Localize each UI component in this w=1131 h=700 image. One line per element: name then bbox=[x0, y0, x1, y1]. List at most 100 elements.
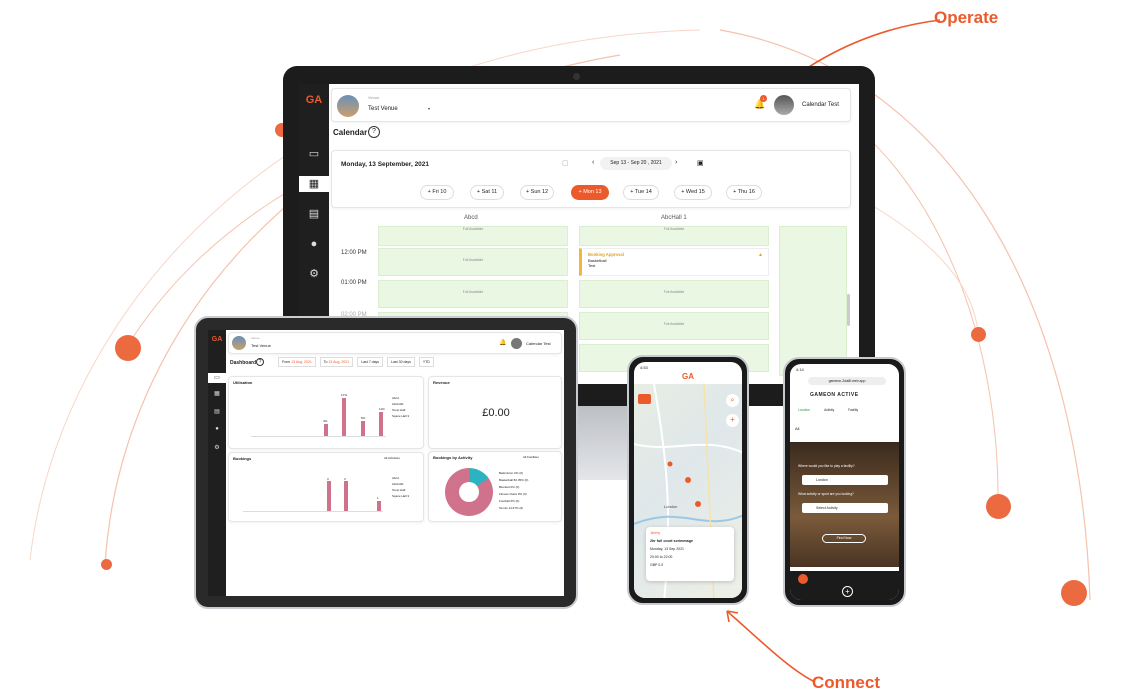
monitor-icon[interactable]: ▭ bbox=[299, 146, 329, 162]
gear-icon[interactable]: ⚙ bbox=[299, 266, 329, 282]
day-pill[interactable]: + Sat 11 bbox=[470, 185, 504, 200]
event-date: Monday, 13 Sep 2021 bbox=[650, 547, 684, 551]
event-card[interactable]: Jimmy 2hr full court scrimmage Monday, 1… bbox=[646, 527, 734, 581]
add-icon[interactable]: + bbox=[842, 586, 853, 597]
marketing-scene: Operate Connect GA ▭ ▦ ▤ ● ⚙ Venue Test … bbox=[0, 0, 1131, 700]
venue-label: Venue bbox=[251, 336, 260, 340]
bar-label: 11% bbox=[379, 407, 385, 411]
bar bbox=[379, 412, 383, 436]
calendar-icon[interactable]: ▢ bbox=[562, 159, 569, 167]
app-logo[interactable]: GA bbox=[209, 336, 225, 343]
from-label: From bbox=[282, 360, 291, 364]
bell-icon[interactable]: 🔔 bbox=[499, 339, 506, 346]
booking-title: Booking Approval bbox=[588, 252, 624, 257]
column-header: AbcHall 1 bbox=[661, 215, 687, 221]
location-input[interactable]: London bbox=[802, 475, 888, 485]
decor-dot bbox=[971, 327, 986, 342]
calendar-picker-icon[interactable]: ▣ bbox=[697, 159, 704, 167]
slot[interactable] bbox=[779, 226, 847, 376]
header-bar: Venue Test Venue ▾ 🔔 1 Calendar Test bbox=[331, 88, 851, 122]
chevron-down-icon[interactable]: ▾ bbox=[428, 106, 430, 111]
date-toolbar: Monday, 13 September, 2021 ▢ ‹ Sep 13 - … bbox=[331, 150, 851, 208]
tab-facility[interactable]: Facility bbox=[848, 408, 858, 412]
search-tabs: Location Activity Facility bbox=[798, 408, 858, 412]
card-title: Bookings by Activity bbox=[433, 455, 473, 460]
status-time: 4:53 bbox=[640, 365, 648, 370]
slot[interactable]: Full Available bbox=[579, 280, 769, 308]
venue-select[interactable]: Test Venue bbox=[368, 106, 398, 112]
warning-icon: ▲ bbox=[758, 252, 763, 258]
day-pill[interactable]: + Fri 10 bbox=[420, 185, 454, 200]
calendar-icon[interactable]: ▦ bbox=[208, 390, 226, 397]
legend-item: Space Hall 3 bbox=[392, 494, 410, 498]
user-avatar[interactable] bbox=[774, 95, 794, 115]
revenue-card: Revenue £0.00 bbox=[428, 376, 562, 449]
day-pill[interactable]: + Wed 15 bbox=[674, 185, 712, 200]
venue-select[interactable]: Test Venue bbox=[251, 343, 271, 348]
legend-item: Football 0% (0) bbox=[499, 499, 520, 503]
date-range[interactable]: Sep 13 - Sep 20 , 2021 bbox=[600, 157, 672, 170]
legend-item: Badminton 0% (0) bbox=[499, 471, 524, 475]
legend-item: Basketball 82.35% (0) bbox=[499, 478, 529, 482]
day-pill[interactable]: + Tue 14 bbox=[623, 185, 659, 200]
slot[interactable]: Full Available bbox=[378, 248, 568, 276]
activity-card: Bookings by Activity All Facilities Badm… bbox=[428, 451, 562, 522]
day-pill-active[interactable]: + Mon 13 bbox=[571, 185, 609, 200]
slot[interactable]: Full Available bbox=[579, 226, 769, 246]
phone-webapp: 4:14 gameon-2da8f.web.app GAMEON ACTIVE … bbox=[783, 357, 906, 607]
phone-screen: 4:53 GA London ⌕ + Jimmy 2hr full court bbox=[634, 362, 742, 598]
activity-input[interactable]: Select Activity bbox=[802, 503, 888, 513]
card-title: Revenue bbox=[433, 380, 450, 385]
app-logo[interactable]: GA bbox=[682, 372, 694, 381]
chevron-left-icon[interactable]: ‹ bbox=[592, 159, 594, 166]
to-date[interactable]: 13 Aug, 2021 bbox=[328, 360, 349, 364]
legend-item: Tennis 14.67% (0) bbox=[499, 506, 524, 510]
document-icon[interactable]: ▤ bbox=[299, 206, 329, 222]
tab-activity[interactable]: Activity bbox=[824, 408, 834, 412]
facility-select[interactable]: All Facilities bbox=[523, 455, 539, 459]
users-icon[interactable]: ● bbox=[208, 426, 226, 432]
slot[interactable]: Full Available bbox=[378, 226, 568, 246]
chat-icon[interactable] bbox=[638, 394, 651, 404]
event-price: GBP 0.0 bbox=[650, 563, 664, 567]
help-icon[interactable]: ? bbox=[256, 358, 264, 366]
help-icon[interactable]: ? bbox=[368, 126, 380, 138]
filter-button[interactable]: YTD bbox=[418, 357, 434, 367]
from-date[interactable]: 13 Aug, 2021 bbox=[291, 360, 312, 364]
filter-button[interactable]: Last 30 days bbox=[387, 357, 415, 367]
activity-question: What activity or sport are you looking? bbox=[798, 492, 854, 496]
app-logo[interactable]: GA bbox=[303, 94, 325, 106]
calendar-icon[interactable]: ▦ bbox=[299, 176, 329, 192]
search-icon[interactable]: ⌕ bbox=[726, 394, 739, 407]
location-question: Where would you like to play a facility? bbox=[798, 464, 855, 468]
operate-label: Operate bbox=[934, 8, 999, 27]
sidebar: GA ▭ ▦ ▤ ● ⚙ bbox=[208, 330, 226, 596]
slot[interactable]: Full Available bbox=[579, 312, 769, 340]
tab-location[interactable]: Location bbox=[798, 408, 810, 412]
date-filter-bar: From 13 Aug, 2021 To 13 Aug, 2021 Last 7… bbox=[278, 357, 434, 367]
chart-legend: Abcd Abcbd11 Temp Hall Space Hall 3 bbox=[392, 475, 409, 499]
activity-legend: Badminton 0% (0) Basketball 82.35% (0) B… bbox=[499, 470, 528, 512]
slot[interactable]: Full Available bbox=[378, 280, 568, 308]
filter-button[interactable]: Last 7 days bbox=[357, 357, 384, 367]
donut-chart bbox=[445, 468, 493, 516]
home-icon[interactable] bbox=[798, 574, 808, 584]
day-pill[interactable]: + Thu 16 bbox=[726, 185, 762, 200]
find-now-button[interactable]: Find Now bbox=[822, 534, 866, 543]
tablet-screen: GA ▭ ▦ ▤ ● ⚙ Venue Test Venue Calendar T… bbox=[208, 330, 564, 596]
booking-card[interactable]: Booking Approval Basketball Test ▲ bbox=[579, 248, 769, 276]
day-pill[interactable]: + Sun 12 bbox=[520, 185, 554, 200]
chevron-right-icon[interactable]: › bbox=[675, 159, 677, 166]
activity-select[interactable]: All Activities bbox=[384, 456, 400, 460]
gear-icon[interactable]: ⚙ bbox=[208, 444, 226, 451]
add-icon[interactable]: + bbox=[726, 414, 739, 427]
user-avatar[interactable] bbox=[511, 338, 522, 349]
decor-dot bbox=[101, 559, 112, 570]
monitor-icon[interactable]: ▭ bbox=[208, 373, 226, 383]
filter-select[interactable]: All bbox=[795, 426, 799, 431]
page-title: Calendar bbox=[333, 128, 368, 137]
users-icon[interactable]: ● bbox=[299, 236, 329, 252]
url-bar[interactable]: gameon-2da8f.web.app bbox=[808, 377, 886, 385]
scrollbar[interactable] bbox=[847, 294, 850, 326]
document-icon[interactable]: ▤ bbox=[208, 408, 226, 415]
